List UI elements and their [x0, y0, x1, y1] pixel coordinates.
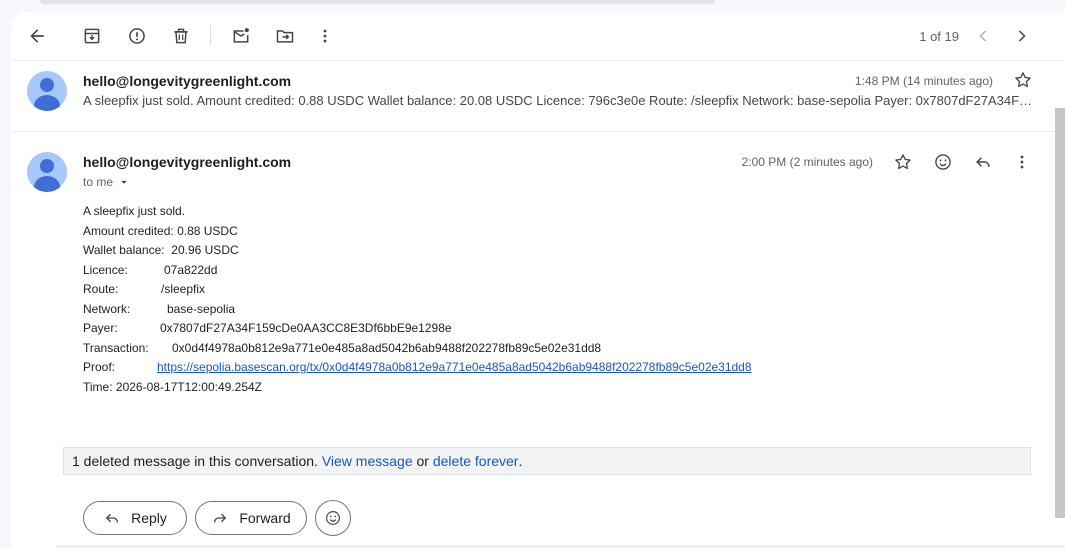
- field-label: Time:: [83, 379, 113, 394]
- forward-icon: [214, 513, 227, 523]
- field-value: base-sepolia: [167, 301, 236, 316]
- mail-panel: 1 of 19 hello@longevitygreenlight.com 1:…: [11, 12, 1065, 548]
- field-label: Payer:: [83, 321, 118, 335]
- collapsed-time: 1:48 PM (14 minutes ago): [854, 74, 993, 88]
- body-line: Amount credited: 0.88 USDC: [83, 222, 752, 242]
- recipient-details-toggle[interactable]: to me: [83, 175, 131, 189]
- body-line: Licence: 07a822dd: [83, 261, 752, 281]
- or-text: or: [416, 453, 429, 469]
- newer-button[interactable]: [967, 20, 999, 52]
- back-button[interactable]: [21, 20, 53, 52]
- field-value: 0x0d4f4978a0b812e9a771e0e485a8ad5042b6ab…: [172, 340, 602, 355]
- body-line: A sleepfix just sold.: [83, 204, 186, 218]
- divider: [11, 60, 1065, 61]
- view-message-link[interactable]: View message: [322, 453, 413, 469]
- emoji-icon: [326, 511, 340, 525]
- field-label: Transaction:: [83, 340, 149, 355]
- body-line: Proof: https://sepolia.basescan.org/tx/0x…: [83, 358, 752, 378]
- more-vert-icon: [323, 29, 327, 43]
- field-value: 0.88 USDC: [177, 223, 238, 238]
- scrollbar[interactable]: [1055, 108, 1065, 518]
- move-to-button[interactable]: [269, 20, 301, 52]
- field-label: Licence:: [83, 262, 128, 277]
- field-value: /sleepfix: [161, 282, 206, 296]
- more-options-button[interactable]: [309, 20, 341, 52]
- arrow-left-icon: [30, 29, 44, 43]
- report-spam-button[interactable]: [121, 20, 153, 52]
- reply-label: Reply: [131, 510, 167, 526]
- archive-icon: [84, 28, 100, 44]
- deleted-notice-text: 1 deleted message in this conversation.: [72, 453, 318, 469]
- field-label: Network:: [83, 301, 131, 316]
- more-vert-icon: [1020, 155, 1024, 169]
- body-line: Transaction: 0x0d4f4978a0b812e9a771e0e485…: [83, 339, 752, 359]
- delete-forever-link[interactable]: delete forever: [433, 453, 519, 469]
- emoji-react-button[interactable]: [927, 146, 959, 178]
- field-value: 2026-08-17T12:00:49.254Z: [115, 379, 263, 394]
- deleted-message-notice: 1 deleted message in this conversation. …: [63, 447, 1031, 475]
- body-line: Route: /sleepfix: [83, 280, 752, 300]
- delete-button[interactable]: [165, 20, 197, 52]
- emoji-reaction-button[interactable]: [315, 500, 351, 536]
- field-value: 07a822dd: [164, 262, 218, 277]
- toolbar-divider: [210, 25, 211, 45]
- collapsed-star-button[interactable]: [1007, 64, 1039, 96]
- forward-label: Forward: [239, 510, 291, 526]
- divider: [11, 131, 1065, 132]
- recipient-text: to me: [83, 175, 114, 189]
- caret-down-icon: [121, 180, 127, 184]
- body-line: Payer: 0x7807dF27A34F159cDe0AA3CC8E3Df6bb…: [83, 319, 752, 339]
- collapsed-snippet: A sleepfix just sold. Amount credited: 0…: [83, 93, 1033, 108]
- message-more-button[interactable]: [1006, 146, 1038, 178]
- body-line: Wallet balance: 20.96 USDC: [83, 241, 752, 261]
- chevron-left-icon: [979, 30, 987, 42]
- body-line: Network: base-sepolia: [83, 300, 752, 320]
- field-label: Proof:: [83, 360, 116, 374]
- archive-button[interactable]: [76, 20, 108, 52]
- field-label: Wallet balance:: [83, 243, 165, 257]
- star-icon: [895, 154, 911, 170]
- message-body: A sleepfix just sold. Amount credited: 0…: [83, 202, 752, 397]
- star-icon: [1015, 72, 1031, 88]
- reply-icon: [976, 157, 990, 167]
- field-label: Amount credited:: [83, 223, 174, 238]
- pager-text: 1 of 19: [919, 29, 959, 44]
- forward-button[interactable]: Forward: [195, 501, 307, 535]
- open-time: 2:00 PM (2 minutes ago): [741, 155, 873, 169]
- proof-link[interactable]: https://sepolia.basescan.org/tx/0x0d4f49…: [157, 358, 752, 378]
- report-icon: [129, 28, 145, 44]
- trash-icon: [174, 28, 188, 44]
- chevron-right-icon: [1018, 30, 1026, 42]
- reply-icon: [105, 513, 119, 523]
- emoji-icon: [935, 154, 951, 170]
- field-value: 0x7807dF27A34F159cDe0AA3CC8E3Df6bbE9e129…: [160, 321, 452, 335]
- reply-button[interactable]: Reply: [83, 501, 187, 535]
- top-strip: [40, 0, 715, 4]
- collapsed-sender: hello@longevitygreenlight.com: [83, 73, 292, 89]
- body-line: Time: 2026-08-17T12:00:49.254Z: [83, 378, 752, 398]
- star-button[interactable]: [887, 146, 919, 178]
- toolbar: 1 of 19: [11, 12, 1065, 60]
- avatar: [27, 71, 67, 111]
- older-button[interactable]: [1006, 20, 1038, 52]
- open-sender: hello@longevitygreenlight.com: [83, 154, 292, 170]
- field-value: 20.96 USDC: [171, 243, 239, 257]
- reply-icon-button[interactable]: [967, 146, 999, 178]
- move-folder-icon: [276, 30, 294, 43]
- mark-unread-button[interactable]: [225, 20, 257, 52]
- avatar: [27, 152, 67, 192]
- field-label: Route:: [83, 282, 119, 296]
- mark-unread-icon: [233, 28, 249, 43]
